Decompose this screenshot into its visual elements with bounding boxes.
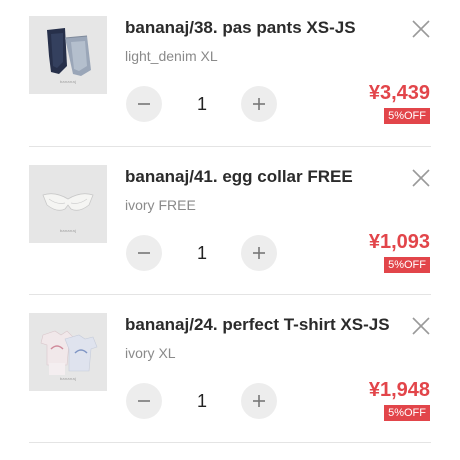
close-icon bbox=[412, 169, 430, 187]
product-thumbnail[interactable]: bananaj bbox=[29, 16, 107, 94]
product-thumbnail[interactable]: bananaj bbox=[29, 313, 107, 391]
cart-item: bananaj bananaj/24. perfect T-shirt XS-J… bbox=[0, 297, 460, 445]
product-name[interactable]: bananaj/24. perfect T-shirt XS-JS bbox=[125, 314, 390, 336]
thumbnail-caption: bananaj bbox=[59, 79, 77, 84]
cart-item: bananaj bananaj/41. egg collar FREE ivor… bbox=[0, 149, 460, 297]
discount-badge: 5%OFF bbox=[384, 405, 430, 421]
increase-quantity-button[interactable] bbox=[241, 383, 277, 419]
plus-icon bbox=[253, 247, 265, 259]
item-divider bbox=[29, 442, 431, 443]
item-divider bbox=[29, 146, 431, 147]
product-variant: light_denim XL bbox=[125, 48, 218, 64]
product-thumbnail[interactable]: bananaj bbox=[29, 165, 107, 243]
plus-icon bbox=[253, 98, 265, 110]
minus-icon bbox=[138, 400, 150, 402]
decrease-quantity-button[interactable] bbox=[126, 235, 162, 271]
minus-icon bbox=[138, 103, 150, 105]
increase-quantity-button[interactable] bbox=[241, 86, 277, 122]
product-name[interactable]: bananaj/38. pas pants XS-JS bbox=[125, 17, 356, 39]
thumbnail-caption: bananaj bbox=[59, 376, 77, 381]
item-price: ¥1,093 bbox=[368, 231, 430, 253]
increase-quantity-button[interactable] bbox=[241, 235, 277, 271]
item-divider bbox=[29, 294, 431, 295]
close-icon bbox=[412, 317, 430, 335]
plus-icon bbox=[253, 395, 265, 407]
quantity-value: 1 bbox=[196, 243, 207, 263]
discount-badge: 5%OFF bbox=[384, 108, 430, 124]
product-variant: ivory XL bbox=[125, 345, 176, 361]
product-name[interactable]: bananaj/41. egg collar FREE bbox=[125, 166, 353, 188]
remove-item-button[interactable] bbox=[411, 168, 431, 188]
cart-list: bananaj bananaj/38. pas pants XS-JS ligh… bbox=[0, 0, 460, 460]
close-icon bbox=[412, 20, 430, 38]
item-price: ¥1,948 bbox=[368, 379, 430, 401]
minus-icon bbox=[138, 252, 150, 254]
thumbnail-caption: bananaj bbox=[59, 228, 77, 233]
cart-item: bananaj bananaj/38. pas pants XS-JS ligh… bbox=[0, 0, 460, 148]
quantity-value: 1 bbox=[196, 94, 207, 114]
quantity-value: 1 bbox=[196, 391, 207, 411]
discount-badge: 5%OFF bbox=[384, 257, 430, 273]
product-variant: ivory FREE bbox=[125, 197, 196, 213]
decrease-quantity-button[interactable] bbox=[126, 383, 162, 419]
decrease-quantity-button[interactable] bbox=[126, 86, 162, 122]
item-price: ¥3,439 bbox=[368, 82, 430, 104]
remove-item-button[interactable] bbox=[411, 316, 431, 336]
remove-item-button[interactable] bbox=[411, 19, 431, 39]
